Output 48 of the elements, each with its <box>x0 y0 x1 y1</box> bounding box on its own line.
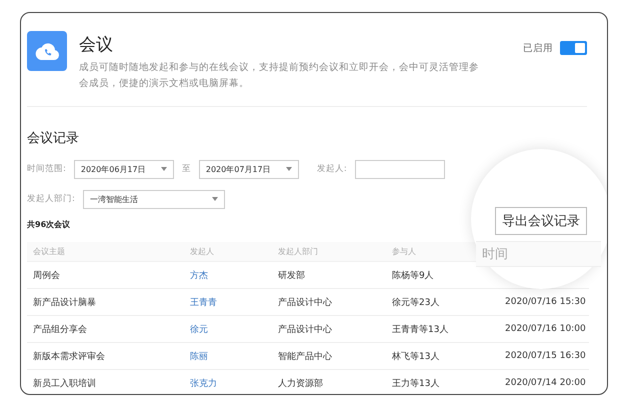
column-header: 时间 <box>482 246 508 263</box>
table-cell-text: 徐元等23人 <box>392 296 440 308</box>
column-header: 参与人 <box>392 246 416 257</box>
caret-icon <box>286 167 292 171</box>
table-cell-text: 产品设计中心 <box>278 296 332 308</box>
app-title: 会议 <box>79 34 114 56</box>
initiator-link[interactable]: 王青青 <box>190 296 217 308</box>
status-label: 已启用 <box>523 42 553 54</box>
app-description: 成员可随时随地发起和参与的在线会议，支持提前预约会议和立即开会，会中可灵活管理参会成员，便捷的演示文档或电脑屏幕。 <box>79 61 480 91</box>
table-cell-text: 周例会 <box>33 270 60 282</box>
filter-label: 时间范围: <box>27 163 66 175</box>
end-date-select[interactable]: 2020年07月17日 <box>198 160 299 178</box>
table-cell-text: 新版本需求评审会 <box>33 350 105 362</box>
column-header: 发起人 <box>190 246 214 257</box>
export-button[interactable]: 导出会议记录 <box>495 207 587 235</box>
table-cell: 2020/07/16 15:30 <box>505 297 586 307</box>
range-separator: 至 <box>182 163 191 175</box>
table-cell-text: 产品组分享会 <box>33 324 87 336</box>
column-header: 发起人部门 <box>278 246 318 257</box>
table-cell: 2020/07/15 16:30 <box>505 351 586 361</box>
caret-icon <box>160 167 167 171</box>
table-cell-text: 陈杨等9人 <box>392 270 434 282</box>
meeting-count: 共96次会议 <box>27 219 70 230</box>
department-select[interactable]: 一湾智能生活 <box>82 190 225 208</box>
table-cell-text: 智能产品中心 <box>278 350 332 362</box>
initiator-link[interactable]: 陈丽 <box>190 350 208 362</box>
start-date-select[interactable]: 2020年06月17日 <box>74 160 174 178</box>
column-header: 会议主题 <box>33 246 65 257</box>
initiator-link[interactable]: 方杰 <box>190 268 208 282</box>
table-cell-text: 王青青等13人 <box>392 324 448 336</box>
initiator-link[interactable]: 徐元 <box>190 322 208 336</box>
cloud-phone-icon <box>27 31 67 71</box>
filter-label: 发起人部门: <box>27 193 75 205</box>
table-cell-text: 新产品设计脑暴 <box>33 296 96 308</box>
section-title: 会议记录 <box>27 130 80 147</box>
table-cell-text: 新员工入职培训 <box>33 378 96 390</box>
table-cell-text: 王力等13人 <box>392 378 440 390</box>
table-cell-text: 研发部 <box>278 270 305 282</box>
table-cell-text: 产品设计中心 <box>278 324 332 336</box>
enable-toggle[interactable] <box>560 41 587 55</box>
table-cell: 2020/07/16 10:00 <box>505 324 586 334</box>
initiator-field[interactable] <box>354 160 445 178</box>
table-cell-text: 人力资源部 <box>278 378 323 390</box>
table-cell: 2020/07/14 20:00 <box>505 378 586 388</box>
initiator-link[interactable]: 张克力 <box>190 376 217 390</box>
filter-label: 发起人: <box>316 163 347 175</box>
caret-icon <box>212 197 218 201</box>
table-cell-text: 林飞等13人 <box>392 350 440 362</box>
